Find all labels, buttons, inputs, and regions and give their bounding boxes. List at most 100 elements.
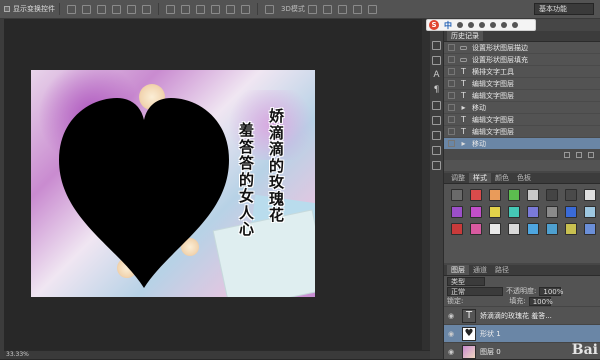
history-item[interactable]: T编辑文字图层 (444, 114, 600, 126)
kind-filter-select[interactable]: 类型 (447, 277, 485, 286)
style-swatch[interactable] (546, 206, 558, 218)
style-swatch[interactable] (584, 189, 596, 201)
style-swatch[interactable] (451, 223, 463, 235)
blend-mode-select[interactable]: 正常 (447, 287, 503, 296)
character-panel-icon[interactable]: A (432, 71, 441, 80)
history-item[interactable]: ▭设置形状图层描边 (444, 42, 600, 54)
tab-paths[interactable]: 路径 (491, 265, 513, 275)
eye-icon[interactable]: ◉ (444, 330, 458, 338)
style-swatch[interactable] (508, 189, 520, 201)
style-swatch[interactable] (565, 206, 577, 218)
source-checkbox[interactable] (448, 68, 455, 75)
source-checkbox[interactable] (448, 128, 455, 135)
distribute-bottom-icon[interactable] (196, 5, 205, 14)
tab-swatches[interactable]: 色板 (513, 173, 535, 183)
heart-shape[interactable] (59, 98, 229, 288)
style-swatch[interactable] (527, 206, 539, 218)
opacity-input[interactable]: 100% (539, 287, 561, 296)
3d-slide-icon[interactable] (353, 5, 362, 14)
source-checkbox[interactable] (448, 116, 455, 123)
layer-row-text[interactable]: ◉ T 娇滴滴的玫瑰花 羞答... (444, 306, 600, 324)
style-swatch[interactable] (546, 223, 558, 235)
history-panel-icon[interactable] (432, 41, 441, 50)
style-swatch[interactable] (489, 206, 501, 218)
eye-icon[interactable]: ◉ (444, 312, 458, 320)
zoom-level[interactable]: 33.33% (6, 351, 29, 358)
text-column-right[interactable]: 娇 滴 滴 的 玫 瑰 花 (269, 108, 284, 224)
keyboard-icon[interactable] (490, 22, 496, 28)
style-swatch[interactable] (508, 206, 520, 218)
eye-icon[interactable]: ◉ (444, 348, 458, 356)
distribute-left-icon[interactable] (211, 5, 220, 14)
show-transform-controls-checkbox[interactable]: 显示变换控件 (4, 4, 55, 14)
camera-icon[interactable] (576, 152, 582, 158)
tab-color[interactable]: 颜色 (491, 173, 513, 183)
ime-toolbar[interactable]: S 中 (426, 19, 536, 31)
source-checkbox[interactable] (448, 56, 455, 63)
history-item[interactable]: ▭设置形状图层填充 (444, 54, 600, 66)
3d-rotate-icon[interactable] (308, 5, 317, 14)
distribute-vcenter-icon[interactable] (181, 5, 190, 14)
ime-lang-toggle[interactable]: 中 (444, 20, 452, 31)
3d-pan-icon[interactable] (338, 5, 347, 14)
align-top-icon[interactable] (67, 5, 76, 14)
style-swatch[interactable] (489, 189, 501, 201)
history-item[interactable]: ▸移动 (444, 102, 600, 114)
style-swatch[interactable] (470, 223, 482, 235)
history-item[interactable]: T编辑文字图层 (444, 78, 600, 90)
align-right-icon[interactable] (142, 5, 151, 14)
style-swatch[interactable] (565, 189, 577, 201)
mic-icon[interactable] (479, 22, 485, 28)
sogou-logo-icon[interactable]: S (429, 20, 439, 30)
distribute-right-icon[interactable] (241, 5, 250, 14)
text-column-left[interactable]: 羞 答 答 的 女 人 心 (239, 122, 254, 238)
tab-history[interactable]: 历史记录 (447, 31, 483, 41)
navigator-panel-icon[interactable] (432, 131, 441, 140)
history-item[interactable]: T编辑文字图层 (444, 90, 600, 102)
history-item[interactable]: ▸移动 (444, 138, 600, 150)
info-panel-icon[interactable] (432, 101, 441, 110)
brush-panel-icon[interactable] (432, 56, 441, 65)
shirt-icon[interactable] (501, 22, 507, 28)
actions-panel-icon[interactable] (432, 116, 441, 125)
style-swatch[interactable] (451, 206, 463, 218)
document-canvas[interactable]: 羞 答 答 的 女 人 心 娇 滴 滴 的 玫 瑰 花 (31, 70, 315, 297)
punctuation-icon[interactable] (468, 22, 474, 28)
moon-icon[interactable] (457, 22, 463, 28)
source-checkbox[interactable] (448, 104, 455, 111)
3d-scale-icon[interactable] (368, 5, 377, 14)
auto-align-icon[interactable] (265, 5, 274, 14)
history-item[interactable]: T横排文字工具 (444, 66, 600, 78)
align-bottom-icon[interactable] (97, 5, 106, 14)
source-checkbox[interactable] (448, 140, 455, 147)
style-swatch[interactable] (584, 223, 596, 235)
tool-presets-icon[interactable] (432, 146, 441, 155)
paragraph-panel-icon[interactable]: ¶ (432, 86, 441, 95)
wrench-icon[interactable] (512, 22, 518, 28)
align-vcenter-icon[interactable] (82, 5, 91, 14)
distribute-top-icon[interactable] (166, 5, 175, 14)
style-swatch[interactable] (527, 189, 539, 201)
align-hcenter-icon[interactable] (127, 5, 136, 14)
tab-styles[interactable]: 样式 (469, 173, 491, 183)
style-swatch[interactable] (546, 189, 558, 201)
checkbox-box[interactable] (4, 6, 10, 12)
tab-layers[interactable]: 图层 (447, 265, 469, 275)
style-swatch[interactable] (527, 223, 539, 235)
fill-input[interactable]: 100% (529, 297, 551, 306)
style-swatch[interactable] (470, 206, 482, 218)
style-swatch[interactable] (508, 223, 520, 235)
layer-row-shape[interactable]: ◉ ♥ 形状 1 (444, 324, 600, 342)
trash-icon[interactable] (588, 152, 594, 158)
style-swatch[interactable] (451, 189, 463, 201)
tab-adjustments[interactable]: 调整 (447, 173, 469, 183)
align-left-icon[interactable] (112, 5, 121, 14)
style-swatch[interactable] (565, 223, 577, 235)
source-checkbox[interactable] (448, 44, 455, 51)
scissors-icon[interactable] (432, 161, 441, 170)
source-checkbox[interactable] (448, 92, 455, 99)
style-swatch[interactable] (489, 223, 501, 235)
style-swatch[interactable] (584, 206, 596, 218)
new-document-icon[interactable] (564, 152, 570, 158)
style-swatch[interactable] (470, 189, 482, 201)
